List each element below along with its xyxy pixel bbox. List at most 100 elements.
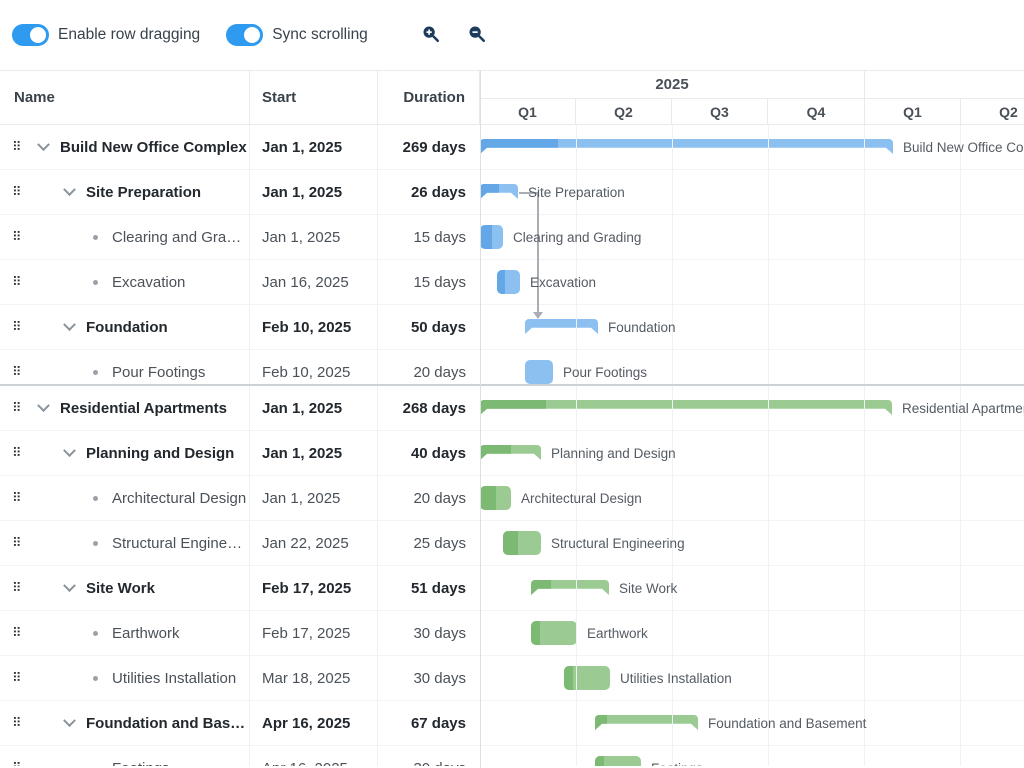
progress-fill — [480, 139, 558, 154]
task-row[interactable]: ⠿Foundation and BasementApr 16, 202567 d… — [0, 701, 1024, 746]
task-name-cell[interactable]: ⠿Foundation and Basement — [0, 701, 250, 745]
task-bar[interactable] — [503, 531, 541, 555]
start-cell: Jan 1, 2025 — [250, 476, 378, 520]
drag-handle-icon[interactable]: ⠿ — [12, 626, 27, 641]
task-row[interactable]: ⠿ExcavationJan 16, 202515 daysExcavation — [0, 260, 1024, 305]
task-name-cell[interactable]: ⠿Footings — [0, 746, 250, 766]
task-name-cell[interactable]: ⠿Excavation — [0, 260, 250, 304]
chevron-down-icon[interactable] — [34, 143, 53, 152]
drag-handle-icon[interactable]: ⠿ — [12, 140, 27, 155]
task-row[interactable]: ⠿FootingsApr 16, 202530 daysFootings — [0, 746, 1024, 766]
duration-cell: 40 days — [378, 431, 480, 475]
drag-handle-icon[interactable]: ⠿ — [12, 536, 27, 551]
task-row[interactable]: ⠿Clearing and GradingJan 1, 202515 daysC… — [0, 215, 1024, 260]
progress-fill — [480, 400, 546, 415]
task-row[interactable]: ⠿Site WorkFeb 17, 202551 daysSite Work — [0, 566, 1024, 611]
task-row[interactable]: ⠿Site PreparationJan 1, 202526 daysSite … — [0, 170, 1024, 215]
task-bar[interactable] — [480, 486, 511, 510]
toggle-switch[interactable] — [12, 24, 49, 46]
chevron-down-icon[interactable] — [60, 188, 79, 197]
toggle-sync-scrolling[interactable]: Sync scrolling — [226, 24, 368, 46]
task-name-cell[interactable]: ⠿Site Preparation — [0, 170, 250, 214]
task-name-cell[interactable]: ⠿Clearing and Grading — [0, 215, 250, 259]
parent-task-bar[interactable] — [480, 445, 541, 460]
chart-cell: Foundation and Basement — [480, 701, 1024, 745]
drag-handle-icon[interactable]: ⠿ — [12, 716, 27, 731]
drag-handle-icon[interactable]: ⠿ — [12, 401, 27, 416]
task-bar[interactable] — [497, 270, 520, 294]
task-name-label: Residential Apartments — [60, 400, 227, 417]
table-chart-splitter[interactable] — [480, 70, 481, 768]
zoom-in-button[interactable] — [394, 25, 440, 46]
task-name-cell[interactable]: ⠿Architectural Design — [0, 476, 250, 520]
task-row[interactable]: ⠿Utilities InstallationMar 18, 202530 da… — [0, 656, 1024, 701]
task-row[interactable]: ⠿FoundationFeb 10, 202550 daysFoundation — [0, 305, 1024, 350]
chevron-down-icon[interactable] — [60, 449, 79, 458]
chart-cell: Residential Apartments — [480, 386, 1024, 430]
drag-handle-icon[interactable]: ⠿ — [12, 320, 27, 335]
task-name-cell[interactable]: ⠿Earthwork — [0, 611, 250, 655]
drag-handle-icon[interactable]: ⠿ — [12, 581, 27, 596]
column-header-name[interactable]: Name — [0, 71, 250, 124]
start-value: Feb 17, 2025 — [262, 580, 351, 597]
quarter-cell: Q1 — [865, 99, 961, 124]
table-column-headers: Name Start Duration — [0, 71, 480, 124]
task-name-cell[interactable]: ⠿Utilities Installation — [0, 656, 250, 700]
task-row[interactable]: ⠿EarthworkFeb 17, 202530 daysEarthwork — [0, 611, 1024, 656]
chart-cell: Pour Footings — [480, 350, 1024, 384]
year-cell: 2025 — [480, 71, 865, 99]
task-bar[interactable] — [564, 666, 610, 690]
parent-task-bar[interactable] — [480, 139, 893, 154]
task-row[interactable]: ⠿Structural EngineeringJan 22, 202525 da… — [0, 521, 1024, 566]
duration-value: 26 days — [411, 184, 466, 201]
parent-task-bar[interactable] — [480, 184, 518, 199]
duration-value: 269 days — [403, 139, 466, 156]
drag-handle-icon[interactable]: ⠿ — [12, 491, 27, 506]
chevron-down-icon[interactable] — [60, 584, 79, 593]
drag-handle-icon[interactable]: ⠿ — [12, 671, 27, 686]
quarter-cell: Q1 — [480, 99, 576, 124]
grid-header: Name Start Duration 2025 Q1Q2Q3Q4Q1Q2 — [0, 70, 1024, 125]
task-row[interactable]: ⠿Pour FootingsFeb 10, 202520 daysPour Fo… — [0, 350, 1024, 384]
task-name-cell[interactable]: ⠿Site Work — [0, 566, 250, 610]
parent-task-bar[interactable] — [525, 319, 598, 334]
task-name-cell[interactable]: ⠿Planning and Design — [0, 431, 250, 475]
toggle-enable-row-dragging[interactable]: Enable row dragging — [12, 24, 200, 46]
drag-handle-icon[interactable]: ⠿ — [12, 446, 27, 461]
task-row[interactable]: ⠿Residential ApartmentsJan 1, 2025268 da… — [0, 386, 1024, 431]
progress-fill — [564, 666, 573, 690]
drag-handle-icon[interactable]: ⠿ — [12, 761, 27, 767]
drag-handle-icon[interactable]: ⠿ — [12, 365, 27, 380]
task-name-cell[interactable]: ⠿Structural Engineering — [0, 521, 250, 565]
chevron-down-icon[interactable] — [60, 323, 79, 332]
toolbar: Enable row dragging Sync scrolling — [0, 0, 1024, 70]
task-bar[interactable] — [480, 225, 503, 249]
task-name-cell[interactable]: ⠿Foundation — [0, 305, 250, 349]
parent-task-bar[interactable] — [595, 715, 698, 730]
drag-handle-icon[interactable]: ⠿ — [12, 230, 27, 245]
task-bar[interactable] — [595, 756, 641, 766]
column-header-duration[interactable]: Duration — [378, 71, 480, 124]
task-name-cell[interactable]: ⠿Build New Office Complex — [0, 125, 250, 169]
task-bar[interactable] — [531, 621, 577, 645]
parent-task-bar[interactable] — [531, 580, 609, 595]
toggle-switch[interactable] — [226, 24, 263, 46]
task-bar[interactable] — [525, 360, 553, 384]
start-value: Jan 22, 2025 — [262, 535, 349, 552]
parent-task-bar[interactable] — [480, 400, 892, 415]
drag-handle-icon[interactable]: ⠿ — [12, 275, 27, 290]
column-header-start[interactable]: Start — [250, 71, 378, 124]
bullet-icon — [86, 541, 105, 546]
task-row[interactable]: ⠿Build New Office ComplexJan 1, 2025269 … — [0, 125, 1024, 170]
drag-handle-icon[interactable]: ⠿ — [12, 185, 27, 200]
task-row[interactable]: ⠿Planning and DesignJan 1, 202540 daysPl… — [0, 431, 1024, 476]
start-value: Jan 1, 2025 — [262, 400, 342, 417]
task-name-cell[interactable]: ⠿Pour Footings — [0, 350, 250, 384]
chevron-down-icon[interactable] — [60, 719, 79, 728]
task-row[interactable]: ⠿Architectural DesignJan 1, 202520 daysA… — [0, 476, 1024, 521]
zoom-out-button[interactable] — [440, 25, 486, 46]
start-cell: Jan 1, 2025 — [250, 386, 378, 430]
toggle-knob — [244, 27, 260, 43]
task-name-cell[interactable]: ⠿ Residential Apartments — [0, 386, 250, 430]
chevron-down-icon[interactable] — [34, 404, 53, 413]
